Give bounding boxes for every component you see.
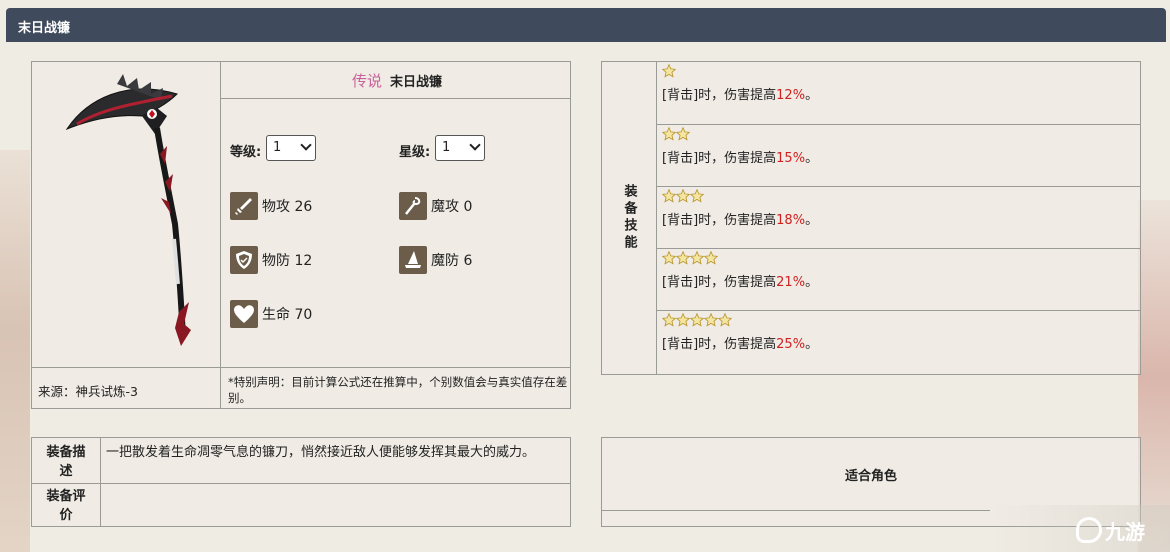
- skill-row-3-star: [背击]时，伤害提高18%。: [657, 187, 1141, 249]
- background-art-left: [0, 150, 30, 552]
- stat-health: 生命 70: [230, 300, 312, 328]
- star-icon: [661, 126, 677, 141]
- skill-row-1-star: [背击]时，伤害提高12%。: [657, 62, 1141, 124]
- star-icon: [703, 312, 719, 327]
- star-label: 星级:: [399, 145, 431, 160]
- star-icon: [703, 250, 719, 265]
- star-rating: [661, 126, 691, 141]
- skill-row-4-star: [背击]时，伤害提高21%。: [657, 249, 1141, 311]
- equipment-skills-panel: 装备技能 [背击]时，伤害提高12%。 [背击]时，伤害提高15%。 [背击]时…: [601, 61, 1141, 375]
- star-icon: [689, 188, 705, 203]
- shield-icon: [230, 246, 258, 274]
- skill-text: [背击]时，伤害提高21%。: [662, 275, 819, 290]
- star-icon: [689, 250, 705, 265]
- star-rating: [661, 312, 733, 327]
- stat-physical-attack: 物攻 26: [230, 192, 312, 220]
- star-select[interactable]: 1: [435, 135, 485, 161]
- star-rating: [661, 63, 677, 78]
- stat-magic-defense: 魔防 6: [399, 246, 472, 274]
- stat-physical-defense: 物防 12: [230, 246, 312, 274]
- background-art-right: [1138, 200, 1170, 552]
- star-icon: [661, 312, 677, 327]
- star-icon: [717, 312, 733, 327]
- weapon-title: 传说 末日战镰: [222, 62, 572, 99]
- watermark-logo: 九游: [1076, 512, 1170, 548]
- star-rating: [661, 188, 705, 203]
- stat-label: 魔攻 0: [431, 199, 473, 215]
- chevron-down-icon: [469, 139, 481, 151]
- stat-label: 物防 12: [262, 253, 313, 269]
- skill-row-5-star: [背击]时，伤害提高25%。: [657, 311, 1141, 373]
- weapon-info-panel: 传说 末日战镰 等级: 1 星级: 1 物攻 26 魔攻 0 物防 12 魔防 …: [31, 61, 571, 409]
- rarity-label: 传说: [351, 72, 382, 90]
- stat-label: 生命 70: [262, 307, 313, 323]
- skill-text: [背击]时，伤害提高15%。: [662, 151, 819, 166]
- star-icon: [661, 188, 677, 203]
- heart-icon: [230, 300, 258, 328]
- level-select[interactable]: 1: [266, 135, 316, 161]
- suitable-roles-title: 适合角色: [844, 468, 897, 484]
- disclaimer-note: *特别声明：目前计算公式还在推算中，个别数值会与真实值存在差别。: [228, 375, 568, 405]
- skill-row-2-star: [背击]时，伤害提高15%。: [657, 125, 1141, 187]
- star-icon: [675, 312, 691, 327]
- weapon-name: 末日战镰: [390, 75, 443, 90]
- level-label: 等级:: [230, 145, 262, 160]
- description-text: 一把散发着生命凋零气息的镰刀，悄然接近敌人便能够发挥其最大的威力。: [106, 445, 536, 460]
- star-icon: [675, 126, 691, 141]
- equipment-description-panel: 装备描述 一把散发着生命凋零气息的镰刀，悄然接近敌人便能够发挥其最大的威力。 装…: [31, 437, 571, 527]
- star-icon: [661, 250, 677, 265]
- star-rating: [661, 250, 719, 265]
- chevron-down-icon: [300, 139, 312, 151]
- scythe-weapon-image: [65, 74, 191, 346]
- star-icon: [661, 63, 677, 78]
- jiuyou-logo-icon: [1076, 517, 1102, 543]
- star-select-value: 1: [442, 140, 451, 155]
- staff-icon: [399, 192, 427, 220]
- level-select-value: 1: [273, 140, 282, 155]
- star-icon: [675, 250, 691, 265]
- skill-text: [背击]时，伤害提高12%。: [662, 88, 819, 103]
- skill-text: [背击]时，伤害提高18%。: [662, 213, 819, 228]
- stat-label: 物攻 26: [262, 199, 313, 215]
- description-label: 装备描述: [46, 445, 86, 479]
- star-icon: [689, 312, 705, 327]
- sword-icon: [230, 192, 258, 220]
- watermark-text: 九游: [1105, 519, 1145, 544]
- page-title: 末日战镰: [6, 8, 1166, 42]
- skills-section-label: 装备技能: [621, 184, 637, 252]
- wizard-hat-icon: [399, 246, 427, 274]
- skill-text: [背击]时，伤害提高25%。: [662, 337, 819, 352]
- star-icon: [675, 188, 691, 203]
- stat-magic-attack: 魔攻 0: [399, 192, 472, 220]
- evaluation-label: 装备评价: [46, 489, 86, 523]
- stat-label: 魔防 6: [431, 253, 473, 269]
- weapon-source: 来源：神兵试炼-3: [38, 384, 138, 399]
